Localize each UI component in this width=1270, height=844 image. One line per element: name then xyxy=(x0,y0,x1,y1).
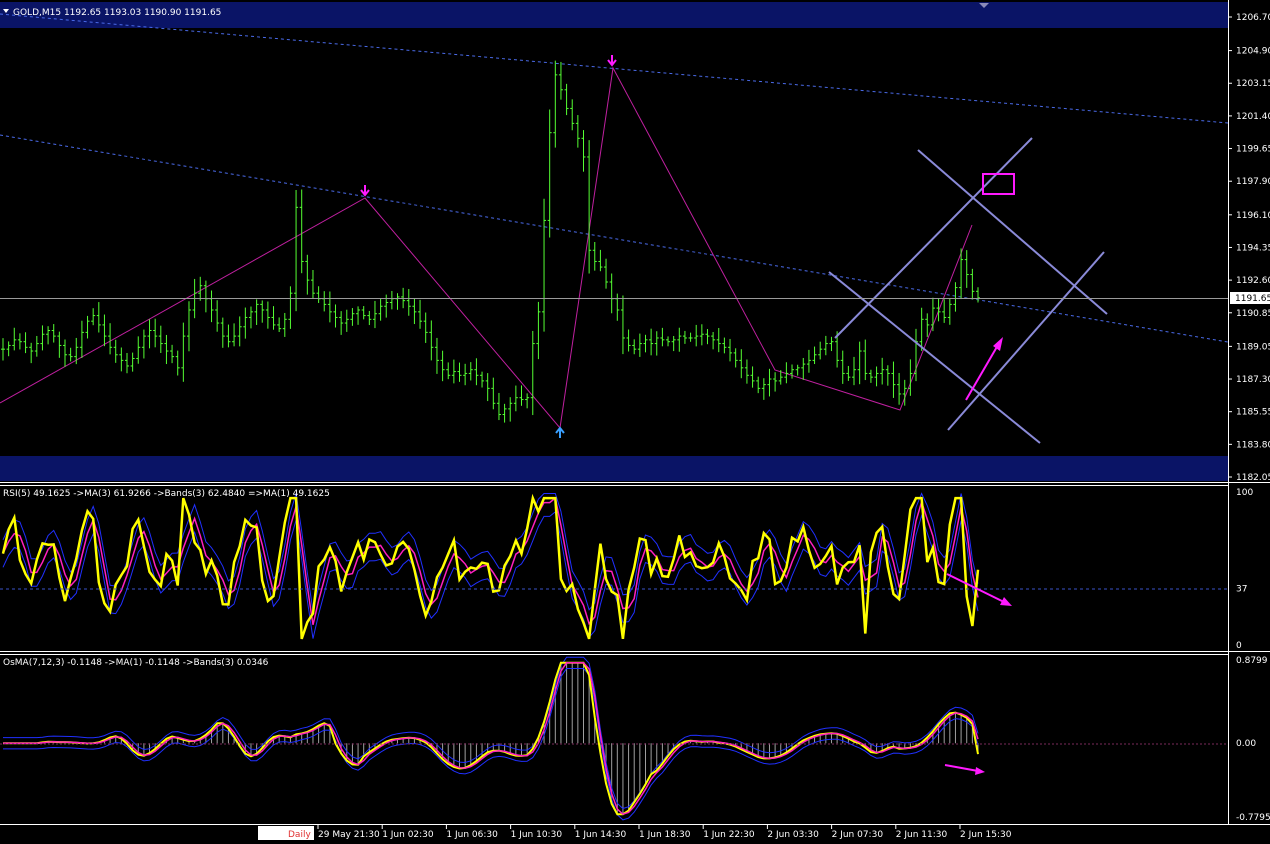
price-tick-label: 1204.90 xyxy=(1236,47,1270,57)
price-tick-label: 1199.65 xyxy=(1236,145,1270,155)
rsi-tick-label: 0 xyxy=(1236,641,1242,651)
rsi-label: RSI(5) 49.1625 ->MA(3) 61.9266 ->Bands(3… xyxy=(3,489,330,499)
price-tick-label: 1194.35 xyxy=(1236,243,1270,253)
period-label[interactable]: Daily xyxy=(288,830,311,840)
current-price-label: 1191.65 xyxy=(1235,294,1270,304)
rsi-tick-label: 100 xyxy=(1236,488,1253,498)
price-tick-label: 1185.55 xyxy=(1236,408,1270,418)
chart-header: GOLD,M15 1192.65 1193.03 1190.90 1191.65 xyxy=(13,8,221,18)
osma-tick-label: 0.8799 xyxy=(1236,656,1268,666)
chart-canvas[interactable]: GOLD,M15 1192.65 1193.03 1190.90 1191.65… xyxy=(0,0,1270,844)
osma-label: OsMA(7,12,3) -0.1148 ->MA(1) -0.1148 ->B… xyxy=(3,658,269,668)
rsi-tick-label: 37 xyxy=(1236,584,1247,594)
time-tick-label: 29 May 21:30 xyxy=(318,830,380,840)
price-tick-label: 1183.80 xyxy=(1236,440,1270,450)
time-tick-label: 1 Jun 22:30 xyxy=(703,830,755,840)
price-tick-label: 1203.15 xyxy=(1236,79,1270,89)
time-tick-label: 1 Jun 14:30 xyxy=(575,830,627,840)
time-tick-label: 2 Jun 07:30 xyxy=(832,830,884,840)
price-tick-label: 1192.60 xyxy=(1236,276,1270,286)
time-tick-label: 1 Jun 06:30 xyxy=(446,830,498,840)
price-tick-label: 1182.05 xyxy=(1236,473,1270,483)
time-tick-label: 2 Jun 03:30 xyxy=(767,830,819,840)
osma-tick-label: 0.00 xyxy=(1236,739,1256,749)
time-tick-label: 2 Jun 15:30 xyxy=(960,830,1012,840)
price-tick-label: 1190.85 xyxy=(1236,309,1270,319)
price-tick-label: 1187.30 xyxy=(1236,375,1270,385)
price-tick-label: 1189.05 xyxy=(1236,342,1270,352)
time-tick-label: 1 Jun 18:30 xyxy=(639,830,691,840)
price-tick-label: 1197.90 xyxy=(1236,177,1270,187)
osma-tick-label: -0.7795 xyxy=(1236,813,1270,823)
price-tick-label: 1206.70 xyxy=(1236,13,1270,23)
time-tick-label: 2 Jun 11:30 xyxy=(896,830,948,840)
price-tick-label: 1196.10 xyxy=(1236,211,1270,221)
time-tick-label: 1 Jun 02:30 xyxy=(382,830,434,840)
bottom-band xyxy=(0,456,1228,481)
price-tick-label: 1201.40 xyxy=(1236,112,1270,122)
time-tick-label: 1 Jun 10:30 xyxy=(511,830,563,840)
